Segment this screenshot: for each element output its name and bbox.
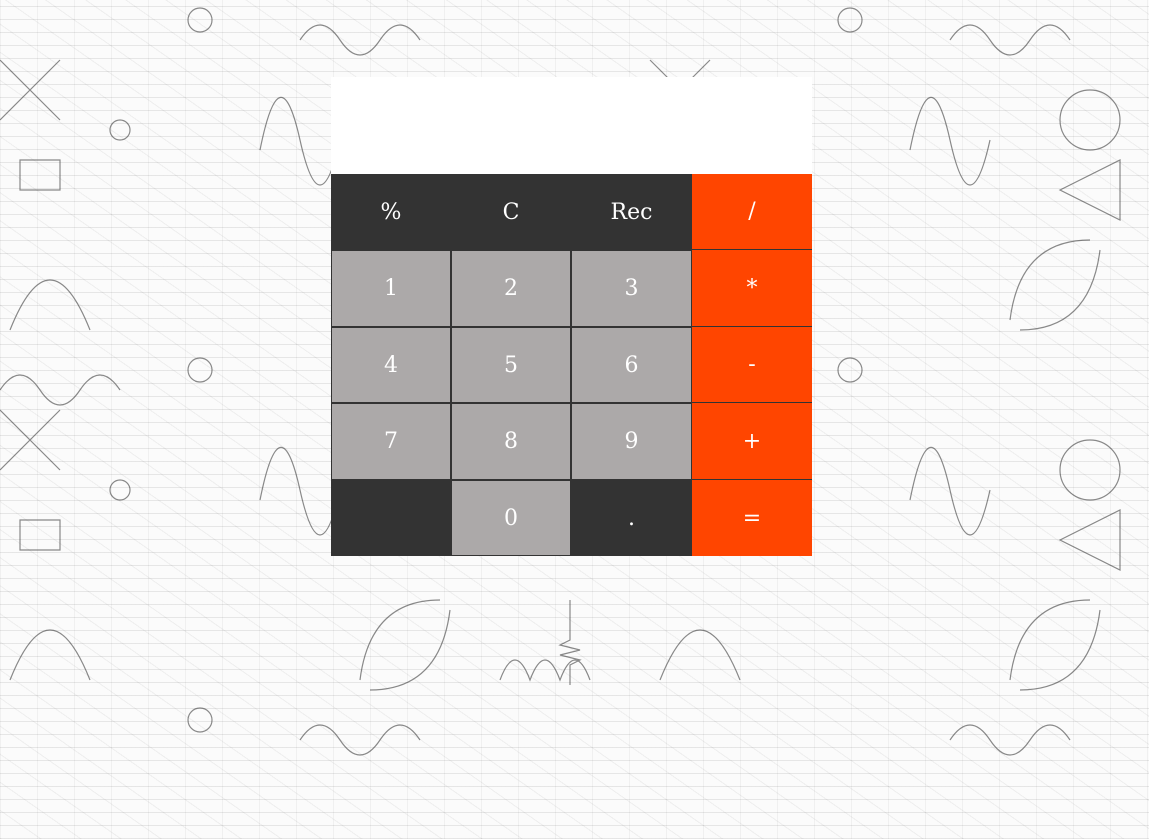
digit-0-button[interactable]: 0 — [451, 480, 571, 556]
bell-curve-sketch — [9, 279, 91, 331]
decimal-button[interactable]: . — [571, 480, 692, 556]
force-lines-sketch — [0, 409, 61, 471]
block-sketch — [19, 519, 61, 551]
hysteresis-sketch — [359, 599, 451, 691]
digit-8-button[interactable]: 8 — [451, 403, 571, 480]
wave-sketch — [299, 724, 421, 756]
incline-sketch — [1058, 509, 1121, 571]
wave-sketch — [949, 24, 1071, 56]
wave-sketch — [949, 724, 1071, 756]
hysteresis-sketch — [1009, 239, 1101, 331]
digit-6-button[interactable]: 6 — [571, 327, 692, 403]
arc-sketch — [499, 659, 591, 682]
digit-3-button[interactable]: 3 — [571, 250, 692, 327]
force-lines-sketch — [0, 59, 61, 121]
calculator-display — [331, 77, 812, 174]
digit-1-button[interactable]: 1 — [331, 250, 451, 327]
clear-button[interactable]: C — [451, 174, 571, 250]
pulley-sketch — [187, 357, 213, 383]
pulley-sketch — [837, 357, 863, 383]
hysteresis-sketch — [1009, 599, 1101, 691]
keypad: % C Rec / 1 2 3 * 4 5 6 - 7 8 9 + 0 . = — [331, 174, 812, 556]
block-sketch — [19, 159, 61, 191]
pulley-sketch — [837, 7, 863, 33]
wave-sketch — [299, 24, 421, 56]
circle-sketch — [109, 479, 131, 501]
blank-button[interactable] — [331, 480, 451, 556]
pulley-sketch — [187, 7, 213, 33]
incline-sketch — [1058, 159, 1121, 221]
wave-sketch — [0, 374, 121, 406]
calculator: % C Rec / 1 2 3 * 4 5 6 - 7 8 9 + 0 . = — [331, 77, 812, 556]
curve-sketch — [909, 446, 991, 536]
digit-5-button[interactable]: 5 — [451, 327, 571, 403]
circle-sketch — [1059, 89, 1121, 151]
bell-curve-sketch — [659, 629, 741, 681]
circle-sketch — [1059, 439, 1121, 501]
equals-button[interactable]: = — [692, 480, 812, 556]
add-button[interactable]: + — [692, 403, 812, 480]
digit-2-button[interactable]: 2 — [451, 250, 571, 327]
percent-button[interactable]: % — [331, 174, 451, 250]
subtract-button[interactable]: - — [692, 327, 812, 403]
circle-sketch — [109, 119, 131, 141]
curve-sketch — [909, 96, 991, 186]
digit-7-button[interactable]: 7 — [331, 403, 451, 480]
multiply-button[interactable]: * — [692, 250, 812, 327]
curve-sketch — [259, 96, 341, 186]
curve-sketch — [259, 446, 341, 536]
pulley-sketch — [187, 707, 213, 733]
digit-9-button[interactable]: 9 — [571, 403, 692, 480]
reciprocal-button[interactable]: Rec — [571, 174, 692, 250]
divide-button[interactable]: / — [692, 174, 812, 250]
digit-4-button[interactable]: 4 — [331, 327, 451, 403]
bell-curve-sketch — [9, 629, 91, 681]
